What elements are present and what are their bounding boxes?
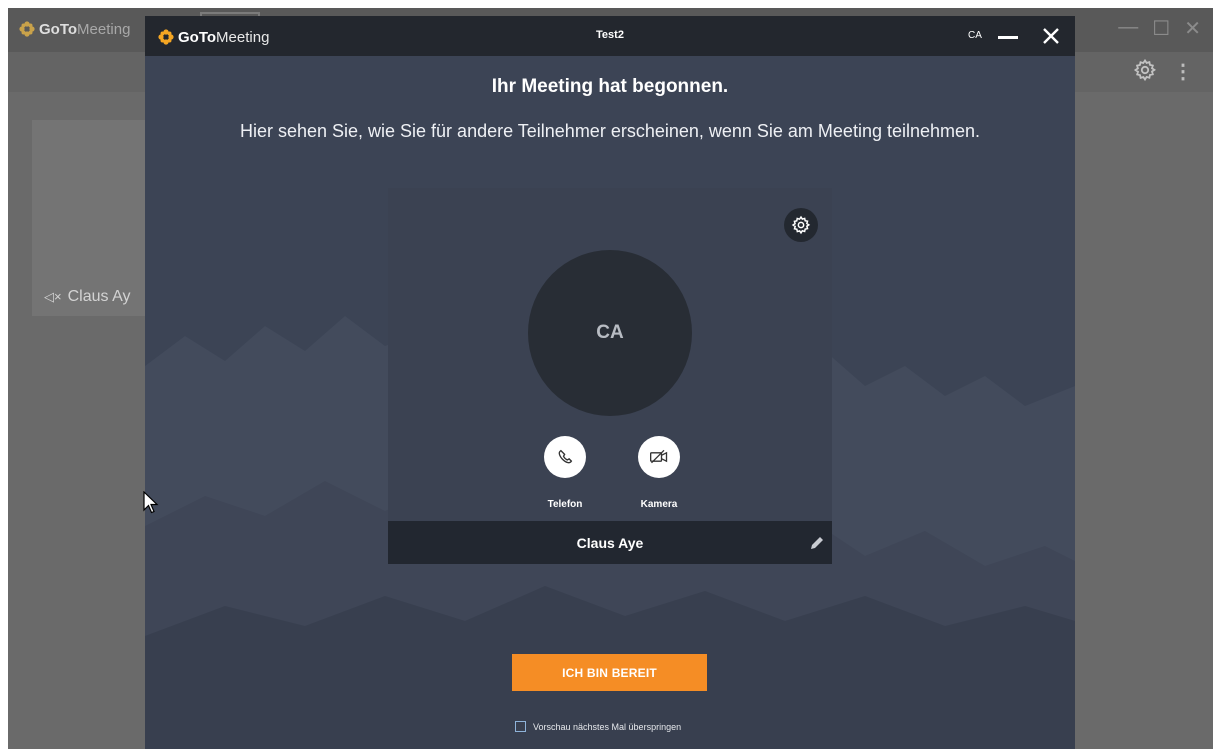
- background-participant-tile: ◁× Claus Ay: [32, 120, 162, 316]
- close-icon[interactable]: ✕: [1184, 16, 1201, 41]
- speaker-muted-icon: ◁×: [44, 289, 62, 304]
- skip-preview-checkbox[interactable]: [515, 721, 526, 732]
- skip-preview-option[interactable]: Vorschau nächstes Mal überspringen: [515, 721, 681, 732]
- phone-label: Telefon: [547, 499, 583, 510]
- more-options-icon[interactable]: ⋮: [1173, 60, 1193, 84]
- minimize-icon[interactable]: —: [1118, 16, 1138, 41]
- page-subtitle: Hier sehen Sie, wie Sie für andere Teiln…: [239, 121, 981, 141]
- user-initials: CA: [968, 30, 982, 41]
- edit-name-pencil-icon[interactable]: [808, 534, 826, 552]
- page-title: Ihr Meeting hat begonnen.: [491, 76, 729, 97]
- background-tile-label: ◁× Claus Ay: [44, 288, 130, 306]
- background-logo-goto: GoTo: [39, 20, 78, 38]
- background-participant-name: Claus Ay: [67, 288, 131, 305]
- camera-label: Kamera: [640, 499, 678, 510]
- background-window-controls: — ☐ ✕: [1118, 16, 1201, 41]
- ready-button[interactable]: ICH BIN BEREIT: [512, 654, 707, 691]
- minimize-icon[interactable]: [995, 28, 1021, 44]
- phone-button[interactable]: [544, 436, 586, 478]
- name-bar: Claus Aye: [388, 521, 832, 564]
- camera-off-icon: [650, 449, 668, 464]
- window-title: Test2: [596, 29, 624, 41]
- camera-button[interactable]: [638, 436, 680, 478]
- preview-settings-gear-icon[interactable]: [784, 208, 818, 242]
- meeting-preview-dialog: GoTo Meeting Test2 CA Ihr Meeting hat beg…: [145, 16, 1075, 749]
- dialog-titlebar: GoTo Meeting Test2 CA: [145, 16, 1075, 56]
- background-logo-meeting: Meeting: [77, 20, 131, 38]
- mouse-cursor-icon: [143, 491, 159, 514]
- gotomeeting-flower-icon: [19, 21, 35, 37]
- avatar-initials: CA: [596, 322, 624, 343]
- participant-name: Claus Aye: [576, 535, 644, 551]
- maximize-icon[interactable]: ☐: [1152, 16, 1170, 41]
- background-logo: GoTo Meeting: [18, 20, 130, 38]
- skip-preview-label: Vorschau nächstes Mal überspringen: [533, 721, 682, 732]
- video-preview-card: CA Telefon Kamera Claus Aye: [388, 188, 832, 564]
- close-icon[interactable]: [1041, 26, 1061, 46]
- settings-gear-icon[interactable]: [1133, 58, 1157, 87]
- avatar: CA: [528, 250, 692, 416]
- phone-icon: [558, 449, 573, 464]
